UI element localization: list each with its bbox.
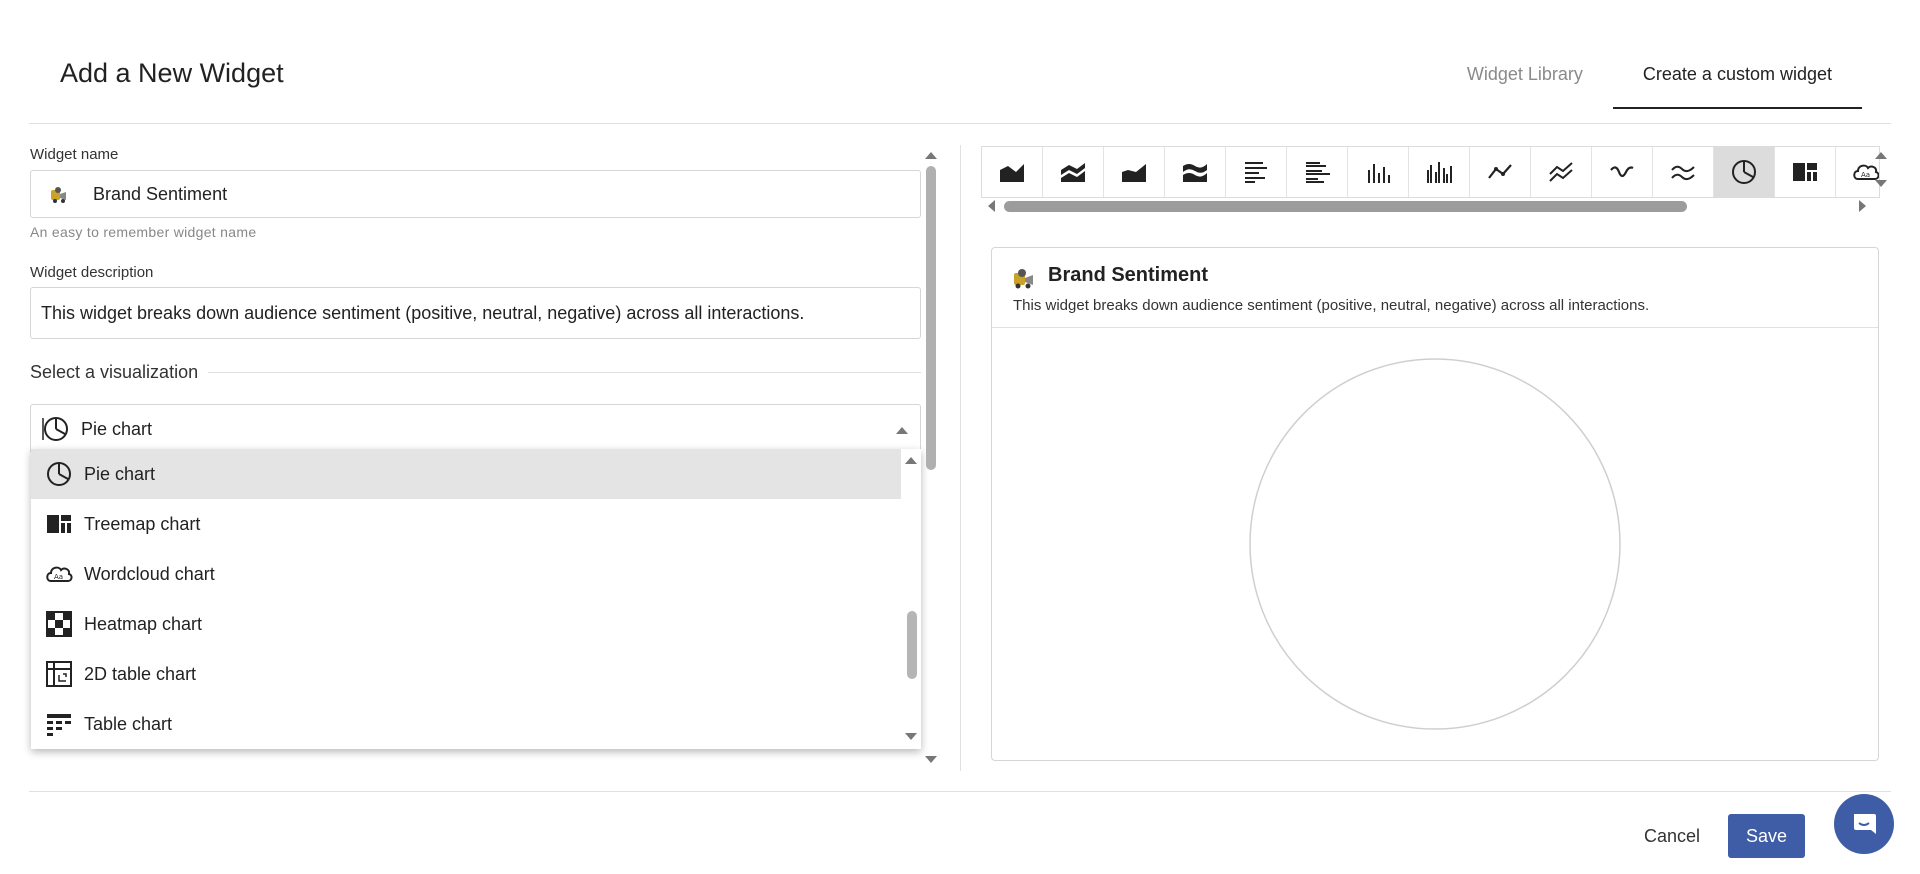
- stacked-area-icon[interactable]: [1043, 147, 1104, 197]
- spline-icon[interactable]: [1592, 147, 1653, 197]
- line-chart-icon[interactable]: [1470, 147, 1531, 197]
- panel-scroll-thumb[interactable]: [926, 166, 936, 470]
- preview-description: This widget breaks down audience sentime…: [1013, 297, 1650, 314]
- grouped-horizontal-bar-icon[interactable]: [1287, 147, 1348, 197]
- dropdown-option-treemap-chart[interactable]: Treemap chart: [31, 499, 901, 549]
- widget-preview-card: Brand Sentiment This widget breaks down …: [991, 247, 1879, 761]
- dropdown-option-heatmap-chart[interactable]: Heatmap chart: [31, 599, 901, 649]
- strip-scroll-up-icon[interactable]: [1875, 152, 1887, 159]
- panel-scroll-down-icon[interactable]: [925, 756, 937, 763]
- area-chart-icon[interactable]: [982, 147, 1043, 197]
- pie-chart-icon[interactable]: [1714, 147, 1775, 197]
- widget-name-value: Brand Sentiment: [93, 183, 228, 204]
- dropdown-option-label: Pie chart: [84, 463, 156, 484]
- horizontal-bar-icon[interactable]: [1226, 147, 1287, 197]
- pie-chart-preview: [992, 328, 1878, 760]
- tab-widget-library[interactable]: Widget Library: [1437, 58, 1613, 109]
- widget-name-hint: An easy to remember widget name: [30, 224, 257, 240]
- panel-scroll-up-icon[interactable]: [925, 152, 937, 159]
- chevron-up-icon[interactable]: [896, 427, 908, 434]
- dropdown-option-wordcloud-chart[interactable]: Aa Wordcloud chart: [31, 549, 901, 599]
- dropdown-option-label: Table chart: [84, 713, 173, 734]
- 2d-table-icon: [45, 660, 73, 688]
- scroll-down-icon[interactable]: [905, 733, 917, 740]
- modal-title: Add a New Widget: [60, 58, 284, 88]
- column-divider: [960, 145, 961, 771]
- widget-description-label: Widget description: [30, 264, 154, 281]
- multi-spline-icon[interactable]: [1653, 147, 1714, 197]
- svg-text:Aa: Aa: [1861, 171, 1870, 179]
- table-chart-icon: [45, 710, 73, 738]
- treemap-icon[interactable]: [1775, 147, 1836, 197]
- grouped-vertical-bar-icon[interactable]: [1409, 147, 1470, 197]
- widget-name-field[interactable]: Brand Sentiment: [30, 170, 921, 218]
- dropdown-option-label: Treemap chart: [84, 513, 201, 534]
- preview-title: Brand Sentiment: [1048, 264, 1209, 286]
- vertical-bar-icon[interactable]: [1348, 147, 1409, 197]
- dropdown-option-2d-table-chart[interactable]: 2D table chart: [31, 649, 901, 699]
- wordcloud-icon[interactable]: Aa: [1836, 147, 1879, 197]
- dropdown-scroll-thumb[interactable]: [907, 611, 917, 679]
- pie-chart-outline: [1249, 358, 1621, 730]
- dropdown-option-label: 2D table chart: [84, 663, 197, 684]
- dropdown-option-table-chart[interactable]: Table chart: [31, 699, 901, 749]
- widget-description-field[interactable]: This widget breaks down audience sentime…: [30, 287, 921, 339]
- stepped-area-icon[interactable]: [1104, 147, 1165, 197]
- dropdown-option-label: Heatmap chart: [84, 613, 203, 634]
- pie-chart-icon: [41, 415, 69, 443]
- cancel-button[interactable]: Cancel: [1634, 814, 1710, 858]
- scroll-up-icon[interactable]: [905, 457, 917, 464]
- visualization-select-value: Pie chart: [81, 418, 153, 439]
- strip-scroll-left-icon[interactable]: [988, 200, 995, 212]
- section-divider: [208, 372, 921, 373]
- strip-scroll-right-icon[interactable]: [1859, 200, 1866, 212]
- widget-avatar-icon: [1012, 266, 1036, 295]
- svg-text:Aa: Aa: [54, 573, 63, 581]
- strip-scroll-down-icon[interactable]: [1875, 180, 1887, 187]
- stream-area-icon[interactable]: [1165, 147, 1226, 197]
- save-button[interactable]: Save: [1728, 814, 1805, 858]
- strip-scroll-thumb[interactable]: [1004, 201, 1687, 212]
- visualization-select[interactable]: Pie chart: [30, 404, 921, 454]
- dropdown-option-label: Wordcloud chart: [84, 563, 215, 584]
- pie-chart-icon: [45, 460, 73, 488]
- widget-tabs: Widget Library Create a custom widget: [1437, 58, 1862, 109]
- chat-launcher-button[interactable]: [1834, 794, 1894, 854]
- preview-header: Brand Sentiment This widget breaks down …: [992, 248, 1878, 328]
- widget-description-value: This widget breaks down audience sentime…: [41, 302, 805, 323]
- dropdown-scrollbar[interactable]: [901, 449, 921, 749]
- heatmap-icon: [45, 610, 73, 638]
- wordcloud-icon: Aa: [45, 560, 73, 588]
- widget-name-label: Widget name: [30, 146, 119, 163]
- footer-divider: [29, 791, 1891, 792]
- widget-avatar-icon[interactable]: [49, 184, 69, 204]
- header-divider: [29, 123, 1891, 124]
- visualization-dropdown: Pie chart Treemap chart Aa Wordcloud cha…: [31, 449, 921, 749]
- tab-create-custom-widget[interactable]: Create a custom widget: [1612, 58, 1862, 109]
- visualization-section-title: Select a visualization: [30, 362, 199, 382]
- chat-icon: [1850, 810, 1878, 838]
- visualization-icon-strip: Aa: [981, 146, 1880, 198]
- multi-line-icon[interactable]: [1531, 147, 1592, 197]
- treemap-icon: [45, 510, 73, 538]
- dropdown-option-pie-chart[interactable]: Pie chart: [31, 449, 901, 499]
